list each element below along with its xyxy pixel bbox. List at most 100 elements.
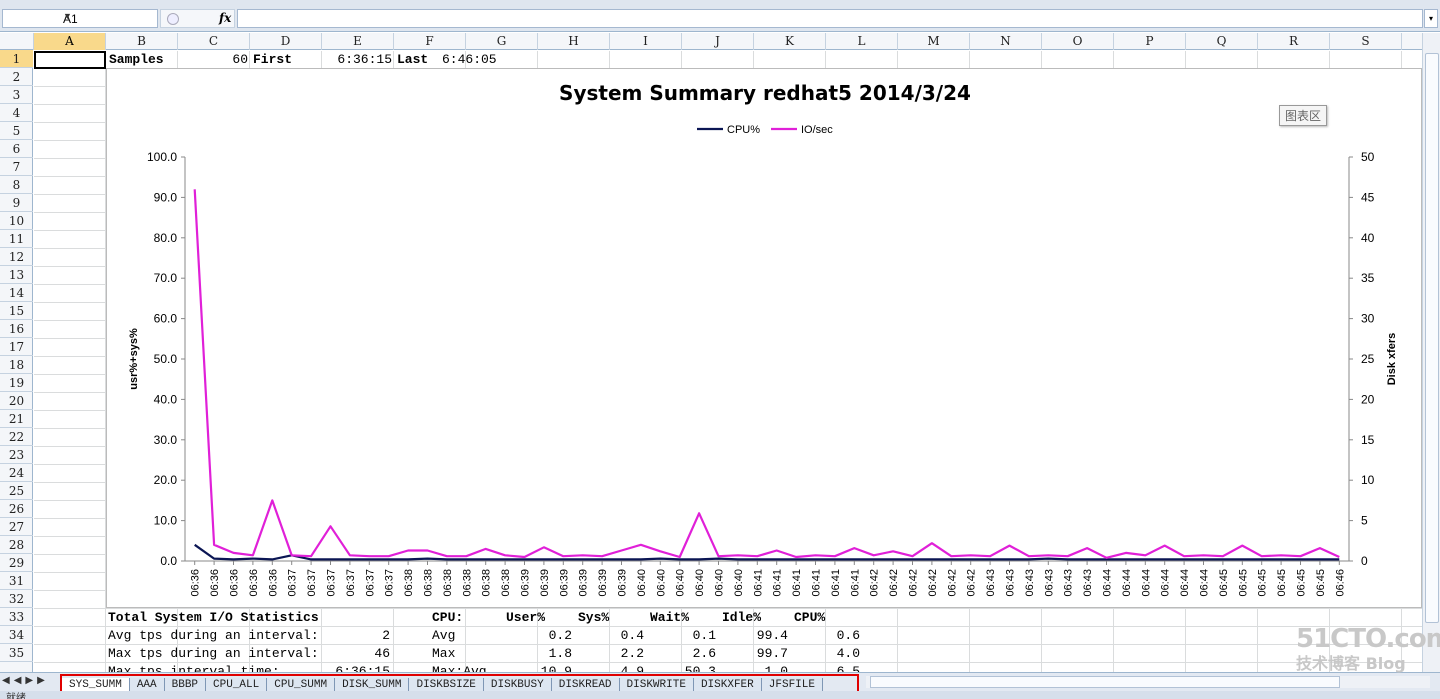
cpu-header-0[interactable]: CPU: (432, 609, 463, 627)
cpu-header-4[interactable]: Idle% (722, 609, 761, 627)
column-header-m[interactable]: M (898, 33, 970, 50)
row-header-16[interactable]: 16 (0, 320, 33, 338)
column-header-g[interactable]: G (466, 33, 538, 50)
cpu-header-1[interactable]: User% (506, 609, 545, 627)
column-header-a[interactable]: A (34, 33, 106, 50)
column-header-r[interactable]: R (1258, 33, 1330, 50)
cpu-cell-1-4[interactable]: 99.7 (720, 645, 788, 663)
row-header-5[interactable]: 5 (0, 122, 33, 140)
row-header-33[interactable]: 33 (0, 608, 33, 626)
row-header-1[interactable]: 1 (0, 50, 33, 68)
insert-function-icon[interactable]: fx (219, 11, 231, 25)
cpu-cell-0-1[interactable]: 0.2 (504, 627, 572, 645)
cell-c1[interactable]: 60 (178, 51, 248, 69)
stats-max-label[interactable]: Max tps during an interval: (108, 645, 319, 663)
cpu-cell-1-1[interactable]: 1.8 (504, 645, 572, 663)
cell-g1[interactable]: 6:46:05 (442, 51, 497, 69)
cpu-header-3[interactable]: Wait% (650, 609, 689, 627)
row-header-10[interactable]: 10 (0, 212, 33, 230)
column-header-o[interactable]: O (1042, 33, 1114, 50)
cell-b1[interactable]: Samples (109, 51, 164, 69)
column-header-b[interactable]: B (106, 33, 178, 50)
row-header-23[interactable]: 23 (0, 446, 33, 464)
row-header-28[interactable]: 28 (0, 536, 33, 554)
row-header-6[interactable]: 6 (0, 140, 33, 158)
row-header-13[interactable]: 13 (0, 266, 33, 284)
column-header-f[interactable]: F (394, 33, 466, 50)
column-header-k[interactable]: K (754, 33, 826, 50)
cpu-cell-0-3[interactable]: 0.1 (648, 627, 716, 645)
stats-max-value[interactable]: 46 (324, 645, 390, 663)
column-header-e[interactable]: E (322, 33, 394, 50)
formula-input[interactable] (237, 9, 1423, 28)
row-header-15[interactable]: 15 (0, 302, 33, 320)
vertical-scroll-thumb[interactable] (1425, 53, 1439, 623)
x-tick-label-47: 06:44 (1102, 569, 1114, 597)
cpu-header-5[interactable]: CPU% (794, 609, 825, 627)
row-header-27[interactable]: 27 (0, 518, 33, 536)
name-box[interactable]: A1 ▼ (2, 9, 158, 28)
cpu-cell-0-4[interactable]: 99.4 (720, 627, 788, 645)
cpu-cell-1-0[interactable]: Max (432, 645, 455, 663)
cell-f1[interactable]: Last (397, 51, 428, 69)
row-header-19[interactable]: 19 (0, 374, 33, 392)
row-header-2[interactable]: 2 (0, 68, 33, 86)
cpu-cell-1-5[interactable]: 4.0 (792, 645, 860, 663)
cpu-header-2[interactable]: Sys% (578, 609, 609, 627)
row-header-11[interactable]: 11 (0, 230, 33, 248)
cpu-cell-1-2[interactable]: 2.2 (576, 645, 644, 663)
row-header-26[interactable]: 26 (0, 500, 33, 518)
stats-avg-label[interactable]: Avg tps during an interval: (108, 627, 319, 645)
stats-avg-value[interactable]: 2 (324, 627, 390, 645)
row-header-32[interactable]: 32 (0, 590, 33, 608)
cpu-cell-1-3[interactable]: 2.6 (648, 645, 716, 663)
row-header-29[interactable]: 29 (0, 554, 33, 572)
row-header-9[interactable]: 9 (0, 194, 33, 212)
cell-e1[interactable]: 6:36:15 (322, 51, 392, 69)
row-header-3[interactable]: 3 (0, 86, 33, 104)
x-tick-label-54: 06:45 (1237, 569, 1249, 597)
x-tick-label-55: 06:45 (1257, 569, 1269, 597)
column-header-n[interactable]: N (970, 33, 1042, 50)
chart-area[interactable]: System Summary redhat5 2014/3/24 图表区 0.0… (106, 68, 1422, 608)
cell-d1[interactable]: First (253, 51, 292, 69)
row-header-22[interactable]: 22 (0, 428, 33, 446)
tab-navigation-icons[interactable]: ◀◀▶▶ (2, 675, 49, 686)
row-header-18[interactable]: 18 (0, 356, 33, 374)
vertical-scrollbar[interactable] (1422, 33, 1440, 675)
horizontal-scrollbar[interactable] (866, 676, 1430, 688)
stats-title[interactable]: Total System I/O Statistics (108, 609, 319, 627)
column-header-l[interactable]: L (826, 33, 898, 50)
column-header-c[interactable]: C (178, 33, 250, 50)
x-tick-label-0: 06:36 (190, 569, 202, 597)
active-cell-a1[interactable] (34, 51, 106, 69)
cpu-cell-0-5[interactable]: 0.6 (792, 627, 860, 645)
row-header-31[interactable]: 31 (0, 572, 33, 590)
column-header-s[interactable]: S (1330, 33, 1402, 50)
row-header-4[interactable]: 4 (0, 104, 33, 122)
row-header-12[interactable]: 12 (0, 248, 33, 266)
row-header-7[interactable]: 7 (0, 158, 33, 176)
column-header-p[interactable]: P (1114, 33, 1186, 50)
row-header-17[interactable]: 17 (0, 338, 33, 356)
row-header-8[interactable]: 8 (0, 176, 33, 194)
row-header-25[interactable]: 25 (0, 482, 33, 500)
row-header-34[interactable]: 34 (0, 626, 33, 644)
cpu-cell-0-2[interactable]: 0.4 (576, 627, 644, 645)
row-header-35[interactable]: 35 (0, 644, 33, 662)
cpu-cell-0-0[interactable]: Avg (432, 627, 455, 645)
row-header-24[interactable]: 24 (0, 464, 33, 482)
x-tick-label-34: 06:41 (849, 569, 861, 597)
horizontal-scroll-thumb[interactable] (870, 676, 1340, 688)
select-all-corner[interactable] (0, 33, 34, 50)
column-header-j[interactable]: J (682, 33, 754, 50)
column-header-h[interactable]: H (538, 33, 610, 50)
column-header-d[interactable]: D (250, 33, 322, 50)
row-header-14[interactable]: 14 (0, 284, 33, 302)
expand-formula-icon[interactable]: ▾ (1424, 9, 1438, 28)
column-header-q[interactable]: Q (1186, 33, 1258, 50)
chevron-down-icon[interactable]: ▼ (63, 11, 154, 21)
row-header-20[interactable]: 20 (0, 392, 33, 410)
column-header-i[interactable]: I (610, 33, 682, 50)
row-header-21[interactable]: 21 (0, 410, 33, 428)
